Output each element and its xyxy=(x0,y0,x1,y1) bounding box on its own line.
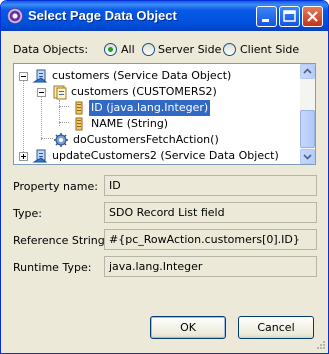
tree-item-update-customers-sdo[interactable]: updateCustomers2 (Service Data Object) xyxy=(14,148,300,164)
scroll-thumb[interactable] xyxy=(300,110,315,148)
maximize-icon xyxy=(283,10,296,22)
tree-item-id-field[interactable]: ID (java.lang.Integer) xyxy=(14,100,300,116)
resize-grip-icon[interactable] xyxy=(314,339,326,351)
tree-item-label: customers (Service Data Object) xyxy=(52,69,232,82)
type-label: Type: xyxy=(13,207,42,220)
data-objects-label: Data Objects: xyxy=(13,43,89,56)
field-icon xyxy=(75,101,83,115)
type-field[interactable]: SDO Record List field xyxy=(104,202,317,223)
reference-string-field[interactable]: #{pc_RowAction.customers[0].ID} xyxy=(104,229,317,250)
radio-server-side[interactable] xyxy=(142,43,155,56)
collapse-toggle[interactable] xyxy=(19,72,28,81)
app-icon xyxy=(7,8,23,24)
collapse-toggle[interactable] xyxy=(37,88,46,97)
chevron-up-icon xyxy=(303,68,312,74)
record-list-icon xyxy=(53,85,67,100)
scroll-down-button[interactable] xyxy=(300,149,315,164)
action-gear-icon xyxy=(54,133,68,147)
service-data-object-icon xyxy=(32,69,48,83)
data-object-tree[interactable]: customers (Service Data Object) customer… xyxy=(13,63,316,165)
radio-server-side-label[interactable]: Server Side xyxy=(158,43,221,56)
ok-button[interactable]: OK xyxy=(150,316,226,339)
minimize-icon xyxy=(262,19,269,22)
expand-toggle[interactable] xyxy=(19,152,28,161)
tree-item-label: NAME (String) xyxy=(91,117,169,130)
radio-client-side[interactable] xyxy=(223,43,236,56)
maximize-button[interactable] xyxy=(279,6,300,27)
runtime-type-label: Runtime Type: xyxy=(13,261,92,274)
runtime-type-field[interactable]: java.lang.Integer xyxy=(104,256,317,277)
radio-client-side-label[interactable]: Client Side xyxy=(240,43,299,56)
close-button[interactable] xyxy=(302,6,323,27)
field-icon xyxy=(75,117,83,131)
radio-selected-dot xyxy=(108,47,113,52)
minimize-button[interactable] xyxy=(256,6,277,27)
tree-item-customers-sdo[interactable]: customers (Service Data Object) xyxy=(14,68,300,84)
scroll-up-button[interactable] xyxy=(300,64,315,79)
tree-item-label: updateCustomers2 (Service Data Object) xyxy=(52,149,279,162)
tree-item-fetch-action[interactable]: doCustomersFetchAction() xyxy=(14,132,300,148)
property-name-label: Property name: xyxy=(13,180,98,193)
tree-item-name-field[interactable]: NAME (String) xyxy=(14,116,300,132)
cancel-button[interactable]: Cancel xyxy=(238,316,314,339)
radio-all[interactable] xyxy=(104,43,117,56)
service-data-object-icon xyxy=(32,149,48,163)
tree-item-customers-list[interactable]: customers (CUSTOMERS2) xyxy=(14,84,300,100)
tree-item-label: ID (java.lang.Integer) xyxy=(89,100,211,116)
reference-string-label: Reference String: xyxy=(13,234,109,247)
chevron-down-icon xyxy=(303,154,312,160)
title-bar: Select Page Data Object xyxy=(1,1,328,31)
select-page-data-object-dialog: Select Page Data Object Data Objects: Al… xyxy=(0,0,329,354)
radio-all-label[interactable]: All xyxy=(121,43,135,56)
tree-vertical-scrollbar[interactable] xyxy=(300,64,315,164)
close-icon xyxy=(307,11,318,22)
tree-item-label: customers (CUSTOMERS2) xyxy=(71,85,217,98)
window-title: Select Page Data Object xyxy=(28,8,177,23)
property-name-field[interactable]: ID xyxy=(104,175,317,196)
tree-item-label: doCustomersFetchAction() xyxy=(73,133,219,146)
